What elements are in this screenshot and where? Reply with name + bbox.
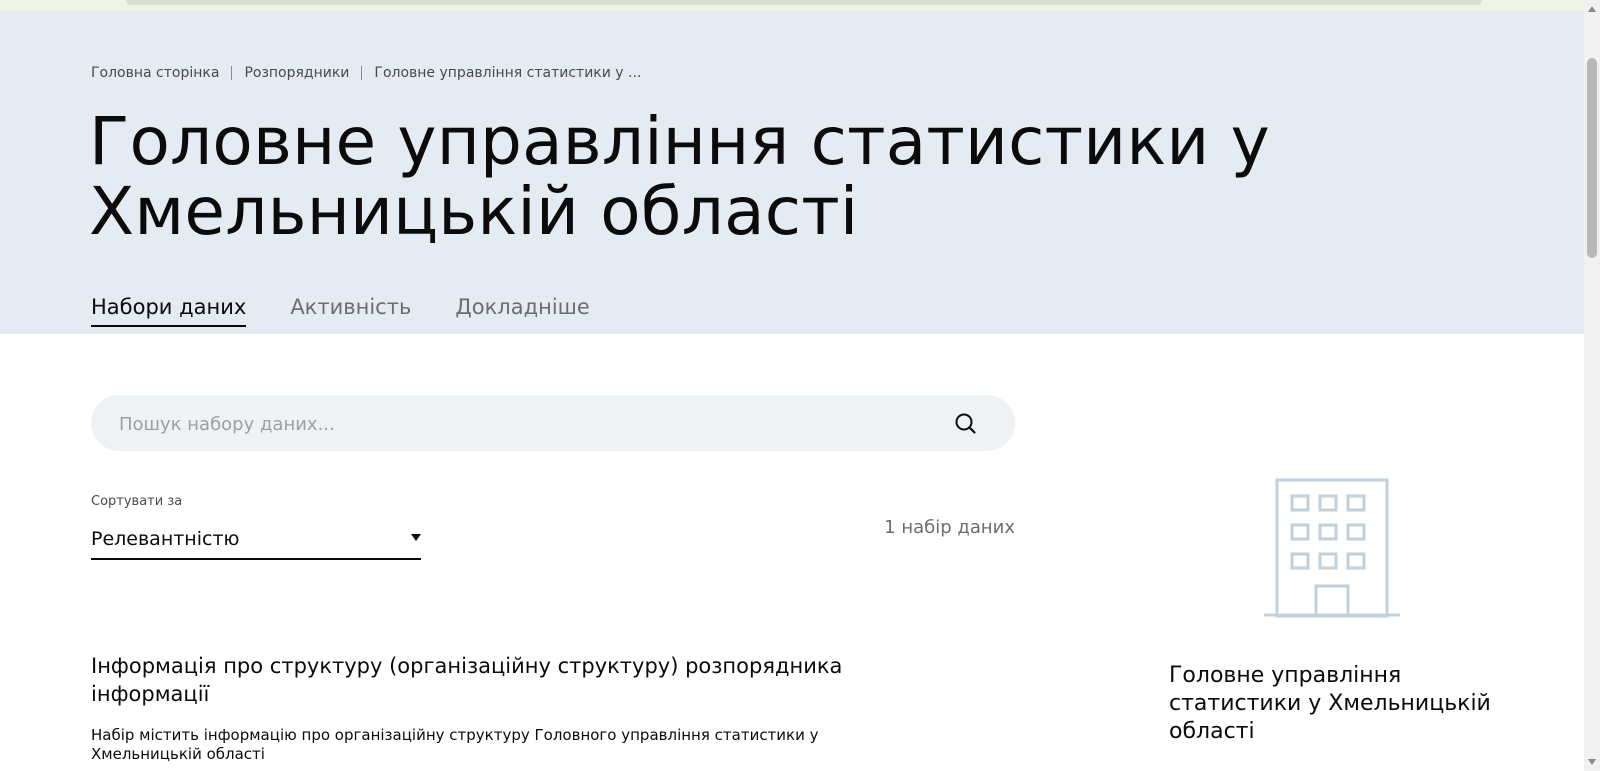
browser-top-strip [0,0,1584,11]
dataset-title-link[interactable]: Інформація про структуру (організаційну … [91,652,911,708]
page-scrollbar[interactable] [1584,0,1600,771]
scrollbar-thumb[interactable] [1587,58,1597,258]
page-header: Головна сторінка Розпорядники Головне уп… [0,11,1584,334]
sort-selected-value: Релевантністю [91,528,240,550]
breadcrumb: Головна сторінка Розпорядники Головне уп… [91,65,641,81]
breadcrumb-current: Головне управління статистики у ... [374,65,642,81]
sort-label: Сортувати за [91,494,183,509]
breadcrumb-publishers[interactable]: Розпорядники [244,65,349,81]
breadcrumb-separator [231,66,233,80]
page-title: Головне управління статистики у Хмельниц… [89,103,1270,250]
sort-dropdown[interactable]: Релевантністю [91,522,421,560]
chevron-down-icon [411,534,421,541]
organization-name: Головне управління статистики у Хмельниц… [1169,663,1491,744]
scroll-up-arrow-icon[interactable] [1588,6,1596,12]
breadcrumb-home[interactable]: Головна сторінка [91,65,219,81]
dataset-search-box [91,395,1015,453]
breadcrumb-separator [361,66,363,80]
tab-details[interactable]: Докладніше [455,295,589,327]
tab-datasets[interactable]: Набори даних [91,295,247,327]
tab-activity[interactable]: Активність [290,295,411,327]
scroll-down-arrow-icon[interactable] [1588,759,1596,765]
results-count: 1 набір даних [884,517,1015,538]
tab-bar: Набори даних Активність Докладніше [91,295,634,327]
search-icon[interactable] [953,411,977,435]
dataset-description: Набір містить інформацію про організацій… [91,726,819,763]
building-icon [1264,478,1400,618]
dataset-search-input[interactable] [117,395,941,453]
top-bar-edge [126,0,1482,5]
